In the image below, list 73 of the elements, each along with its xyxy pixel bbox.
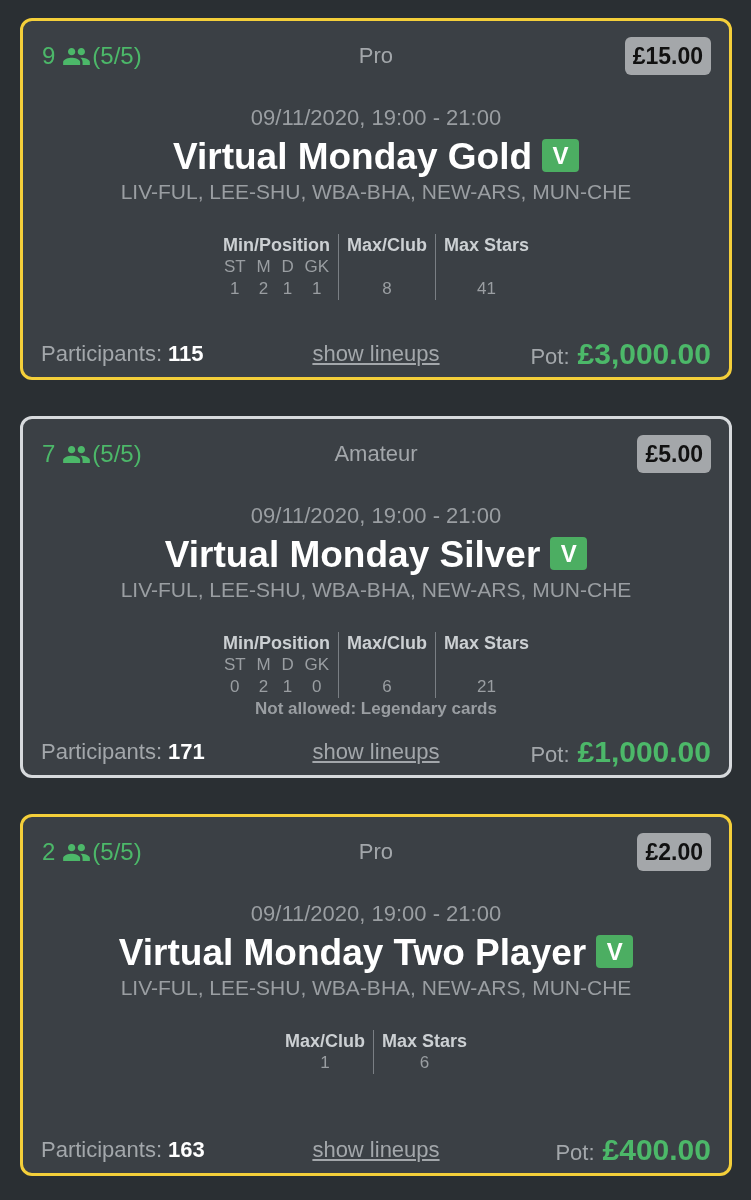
v-badge: V [542, 139, 580, 172]
rule-heading: Max/Club [284, 1030, 365, 1052]
rule-value: 1 [320, 1052, 330, 1074]
v-badge: V [550, 537, 588, 570]
rule-value: 6 [382, 676, 392, 698]
entries-count: 9 [42, 42, 56, 70]
pot-label: Pot: [530, 741, 570, 769]
pot-label: Pot: [555, 1139, 595, 1167]
position-value: 1 [311, 278, 322, 300]
rule-heading: Max Stars [382, 1030, 468, 1052]
restriction-note: Not allowed: Legendary cards [255, 698, 497, 720]
pot-amount: £400.00 [602, 1132, 711, 1168]
position-value: 1 [230, 278, 240, 300]
tier-label: Pro [358, 43, 394, 69]
rule-value: 41 [477, 278, 496, 300]
slots-count: (5/5) [92, 440, 142, 468]
rule-value: 21 [477, 676, 496, 698]
contest-title: Virtual Monday Two Player [118, 932, 587, 974]
slots-count: (5/5) [92, 42, 142, 70]
rule-heading: Max Stars [444, 234, 530, 256]
participants-label: Participants: [41, 1136, 163, 1164]
position-label: M [256, 256, 271, 278]
position-label: D [281, 256, 294, 278]
pot-label: Pot: [530, 343, 570, 371]
rule-heading: Min/Position [222, 234, 330, 256]
position-value: 0 [311, 676, 322, 698]
people-icon [63, 47, 91, 65]
position-value: 2 [258, 676, 269, 698]
tier-label: Pro [358, 839, 394, 865]
rule-heading: Max/Club [346, 632, 427, 654]
fixtures-list: LIV-FUL, LEE-SHU, WBA-BHA, NEW-ARS, MUN-CHE [120, 179, 632, 205]
fixtures-list: LIV-FUL, LEE-SHU, WBA-BHA, NEW-ARS, MUN-CHE [120, 975, 632, 1001]
v-badge: V [596, 935, 634, 968]
schedule-text: 09/11/2020, 19:00 - 21:00 [250, 105, 502, 131]
entry-fee: £2.00 [637, 833, 711, 871]
rule-value: 8 [382, 278, 392, 300]
entries-count: 7 [42, 440, 56, 468]
position-label: M [256, 654, 271, 676]
participants-count: 171 [168, 738, 205, 766]
tier-label: Amateur [334, 441, 418, 467]
position-label: ST [223, 256, 246, 278]
participants-label: Participants: [41, 340, 163, 368]
position-label: ST [223, 654, 246, 676]
rule-heading: Min/Position [222, 632, 330, 654]
pot-amount: £3,000.00 [577, 336, 711, 372]
position-label: GK [304, 256, 329, 278]
schedule-text: 09/11/2020, 19:00 - 21:00 [250, 901, 502, 927]
entries-count: 2 [42, 838, 56, 866]
pot-amount: £1,000.00 [577, 734, 711, 770]
rule-heading: Max/Club [346, 234, 427, 256]
entry-fee: £5.00 [637, 435, 711, 473]
slots-count: (5/5) [92, 838, 142, 866]
position-value: 1 [282, 676, 293, 698]
people-icon [63, 843, 91, 861]
show-lineups-link[interactable]: show lineups [312, 337, 440, 370]
show-lineups-link[interactable]: show lineups [312, 735, 440, 768]
rule-heading: Max Stars [444, 632, 530, 654]
people-icon [63, 445, 91, 463]
position-value: 0 [230, 676, 240, 698]
schedule-text: 09/11/2020, 19:00 - 21:00 [250, 503, 502, 529]
rule-value: 6 [419, 1052, 430, 1074]
position-value: 2 [258, 278, 269, 300]
participants-count: 163 [168, 1136, 205, 1164]
position-value: 1 [282, 278, 293, 300]
position-label: D [281, 654, 294, 676]
participants-label: Participants: [41, 738, 163, 766]
position-label: GK [304, 654, 329, 676]
show-lineups-link[interactable]: show lineups [312, 1133, 440, 1166]
contest-title: Virtual Monday Gold [172, 136, 533, 178]
participants-count: 115 [168, 340, 204, 368]
entry-fee: £15.00 [624, 37, 711, 75]
contest-title: Virtual Monday Silver [164, 534, 541, 576]
fixtures-list: LIV-FUL, LEE-SHU, WBA-BHA, NEW-ARS, MUN-CHE [120, 577, 632, 603]
